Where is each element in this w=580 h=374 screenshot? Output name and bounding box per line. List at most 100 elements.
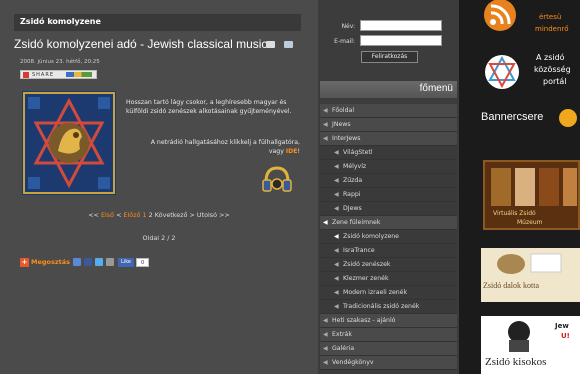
menu-item[interactable]: ◀ Zsidó komolyzene: [320, 230, 457, 244]
speaker-icon: ◀: [334, 233, 339, 240]
email-share-icon[interactable]: [106, 258, 115, 266]
bannercsere-banner[interactable]: Bannercsere: [459, 104, 580, 134]
menu-item[interactable]: ◀ Tradicionális zsidó zenék: [320, 300, 457, 314]
share-plus-icon[interactable]: +: [20, 257, 29, 267]
rss-banner[interactable]: értesü mindenrő: [459, 0, 580, 44]
article-title: Zsidó komolyzenei adó - Jewish classical…: [14, 37, 268, 51]
portal-text-2: közösség: [534, 65, 571, 74]
share-button[interactable]: SHARE: [20, 70, 97, 79]
print-icon[interactable]: [266, 41, 275, 48]
pager-last-arrows: >>: [219, 211, 230, 219]
menu-item-label: IsraTrance: [343, 247, 375, 254]
section-header: Zsidó komolyzene: [14, 14, 301, 31]
portal-text-3: portál: [543, 77, 567, 86]
facebook-like-button[interactable]: Like: [118, 257, 134, 267]
menu-item[interactable]: ◀ Rappi: [320, 188, 457, 202]
pager-next[interactable]: Következő: [155, 211, 188, 219]
name-label: Név:: [341, 23, 355, 30]
menu-item-label: Heti szakasz - ajánló: [332, 317, 396, 324]
email-label: E-mail:: [334, 38, 355, 45]
arrow-icon: [559, 109, 577, 127]
portal-banner[interactable]: A zsidó közösség portál: [459, 48, 580, 98]
share-label: SHARE: [32, 71, 54, 78]
menu-item-label: Zűzda: [343, 177, 363, 184]
bannercsere-text: Bannercsere: [481, 111, 544, 123]
kisokos-text: Zsidó kisokos: [485, 356, 547, 368]
bookmark-icon[interactable]: [73, 258, 82, 266]
speaker-icon: ◀: [334, 149, 339, 156]
article-date: 2008. június 23. hétfő, 20:25: [20, 59, 100, 65]
speaker-icon: ◀: [323, 359, 328, 366]
menu-item[interactable]: ◀ JNews: [320, 118, 457, 132]
speaker-icon: ◀: [334, 289, 339, 296]
menu-item[interactable]: ◀ Klezmer zenék: [320, 272, 457, 286]
speaker-icon: ◀: [334, 247, 339, 254]
menu-item[interactable]: ◀ Extrák: [320, 328, 457, 342]
pager-page-2: 2: [148, 211, 153, 219]
kisokos-banner[interactable]: Jew U! Zsidó kisokos: [481, 316, 580, 374]
speaker-icon: ◀: [323, 135, 328, 142]
menu-item[interactable]: ◀ IsraTrance: [320, 244, 457, 258]
page-indicator: Oldal 2 / 2: [142, 234, 176, 242]
menu-item-label: Extrák: [332, 331, 352, 338]
pager-prev-arrow: <: [116, 211, 122, 219]
rss-text-2: mindenrő: [535, 25, 569, 33]
menu-item[interactable]: ◀ InterJews: [320, 132, 457, 146]
email-icon[interactable]: [284, 41, 293, 48]
menu-item[interactable]: ◀ Heti szakasz - ajánló: [320, 314, 457, 328]
menu-item[interactable]: ◀ VilágStetl: [320, 146, 457, 160]
speaker-icon: ◀: [334, 205, 339, 212]
like-label: Like: [121, 258, 131, 265]
menu-item[interactable]: ◀ Főoldal: [320, 104, 457, 118]
speaker-icon: ◀: [323, 345, 328, 352]
menu-item[interactable]: ◀ Vendégkönyv: [320, 356, 457, 370]
menu-item-label: Mélyvíz: [343, 163, 367, 170]
museum-text-1: Virtuális Zsidó: [493, 210, 536, 217]
section-header-label: Zsidó komolyzene: [20, 17, 101, 26]
speaker-icon: ◀: [334, 177, 339, 184]
headphones-icon[interactable]: [262, 165, 292, 192]
menu-item[interactable]: ◀ Zsidó zenészek: [320, 258, 457, 272]
facebook-icon[interactable]: [84, 258, 93, 266]
rss-text-1: értesü: [539, 13, 562, 21]
menu-item-label: Tradicionális zsidó zenék: [343, 303, 420, 310]
speaker-icon: ◀: [334, 191, 339, 198]
listen-paragraph: A netrádió hallgatásához klikkelj a fülh…: [134, 138, 300, 156]
menu-item[interactable]: ◀ Zene füleimnek: [320, 216, 457, 230]
portal-text-1: A zsidó: [536, 53, 565, 62]
pager-first[interactable]: Első: [101, 211, 114, 219]
menu-item-label: DJews: [343, 205, 362, 212]
speaker-icon: ◀: [334, 275, 339, 282]
pager-prev[interactable]: Előző: [123, 211, 140, 219]
menu-item[interactable]: ◀ Mélyvíz: [320, 160, 457, 174]
menu-item-label: Galéria: [332, 345, 355, 352]
menu-item[interactable]: ◀ Modern izraeli zenék: [320, 286, 457, 300]
songs-banner[interactable]: Zsidó dalok kotta: [481, 248, 580, 302]
menu-item-label: Modern izraeli zenék: [343, 289, 408, 296]
twitter-icon[interactable]: [95, 258, 104, 266]
menu-item-label: Zsidó komolyzene: [343, 233, 399, 240]
speaker-icon: ◀: [334, 163, 339, 170]
share-icon: [23, 71, 29, 78]
megosztas-link[interactable]: Megosztás: [31, 258, 70, 266]
museum-text-2: Múzeum: [517, 219, 543, 226]
pager-page-1[interactable]: 1: [143, 211, 147, 219]
pager-first-arrows: <<: [88, 211, 99, 219]
subscribe-button[interactable]: Feliratkozás: [361, 51, 418, 63]
us-text: U!: [561, 332, 570, 340]
article-intro: Hosszan tartó lágy csokor, a leghíresebb…: [126, 99, 292, 115]
menu-item-label: VilágStetl: [343, 149, 373, 156]
pager-next-arrow: >: [189, 211, 195, 219]
main-menu-title: főmenü: [419, 83, 453, 94]
museum-banner[interactable]: Virtuális Zsidó Múzeum: [483, 160, 580, 230]
name-input[interactable]: [360, 20, 442, 31]
speaker-icon: ◀: [323, 331, 328, 338]
listen-link[interactable]: IDE: [286, 148, 298, 155]
menu-item[interactable]: ◀ Zűzda: [320, 174, 457, 188]
share-services-icon: [66, 72, 92, 77]
menu-item[interactable]: ◀ Galéria: [320, 342, 457, 356]
menu-item[interactable]: ◀ DJews: [320, 202, 457, 216]
pager-last[interactable]: Utolsó: [197, 211, 217, 219]
main-menu: ◀ Főoldal ◀ JNews ◀ InterJews ◀ VilágStetl ◀ Mély…: [320, 104, 457, 370]
email-input[interactable]: [360, 35, 442, 46]
